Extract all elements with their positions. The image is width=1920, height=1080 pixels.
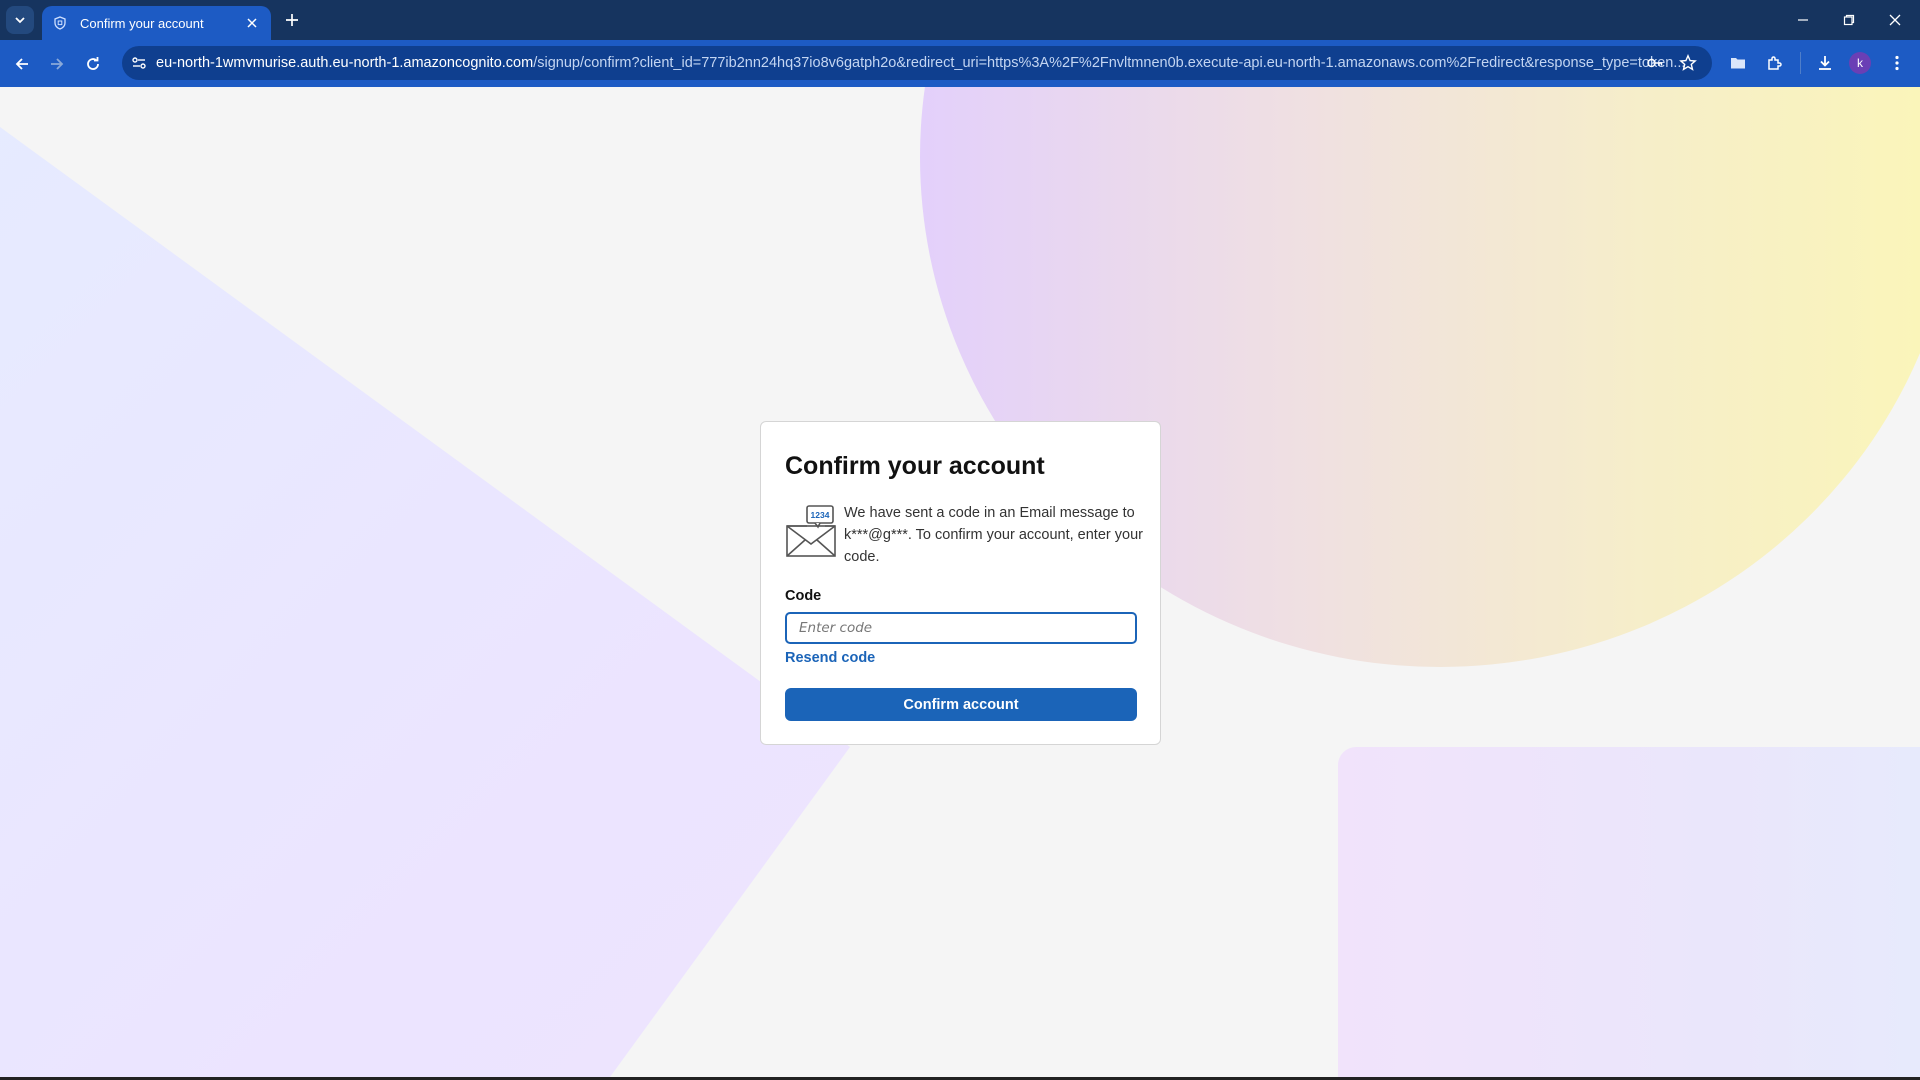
arrow-left-icon xyxy=(15,58,28,70)
svg-text:1234: 1234 xyxy=(811,510,830,520)
close-window-button[interactable] xyxy=(1872,0,1918,40)
profile-avatar[interactable]: k xyxy=(1849,52,1871,74)
back-button[interactable] xyxy=(8,50,36,78)
resend-code-link[interactable]: Resend code xyxy=(785,650,875,666)
email-code-icon: 1234 xyxy=(786,505,836,557)
minimize-button[interactable] xyxy=(1780,0,1826,40)
url-path: /signup/confirm?client_id=777ib2nn24hq37… xyxy=(533,55,1686,71)
toolbar-divider xyxy=(1800,52,1801,74)
shield-icon xyxy=(52,15,68,31)
confirm-account-button[interactable]: Confirm account xyxy=(785,688,1137,721)
confirm-account-card: Confirm your account 1234 We have sent a… xyxy=(760,421,1161,745)
close-icon xyxy=(1889,14,1901,26)
tab-title: Confirm your account xyxy=(80,15,204,31)
code-input[interactable] xyxy=(785,612,1137,644)
reload-icon xyxy=(87,57,99,70)
folder-icon[interactable] xyxy=(1724,49,1752,77)
background-shape-rect xyxy=(1338,747,1920,1077)
restore-icon xyxy=(1843,14,1855,26)
minimize-icon xyxy=(1798,19,1808,21)
extensions-icon[interactable] xyxy=(1761,49,1789,77)
tab-strip: Confirm your account xyxy=(0,0,1920,40)
address-bar[interactable]: eu-north-1wmvmurise.auth.eu-north-1.amaz… xyxy=(122,46,1712,80)
chevron-down-icon xyxy=(15,17,25,24)
forward-button[interactable] xyxy=(43,50,71,78)
code-sent-message: We have sent a code in an Email message … xyxy=(844,505,1143,565)
tab-search-button[interactable] xyxy=(6,6,34,34)
star-icon[interactable] xyxy=(1675,50,1701,76)
code-label: Code xyxy=(785,588,822,604)
restore-button[interactable] xyxy=(1826,0,1872,40)
new-tab-button[interactable] xyxy=(280,8,304,32)
plus-icon xyxy=(286,14,298,26)
close-tab-icon[interactable] xyxy=(243,14,261,32)
download-icon[interactable] xyxy=(1811,49,1839,77)
url-host: eu-north-1wmvmurise.auth.eu-north-1.amaz… xyxy=(156,55,534,71)
reload-button[interactable] xyxy=(79,50,107,78)
page-title: Confirm your account xyxy=(785,452,1045,480)
more-menu-icon[interactable] xyxy=(1883,49,1911,77)
active-tab[interactable]: Confirm your account xyxy=(42,6,271,40)
site-info-icon[interactable] xyxy=(128,52,150,74)
arrow-right-icon xyxy=(51,58,64,70)
key-icon[interactable] xyxy=(1642,50,1668,76)
